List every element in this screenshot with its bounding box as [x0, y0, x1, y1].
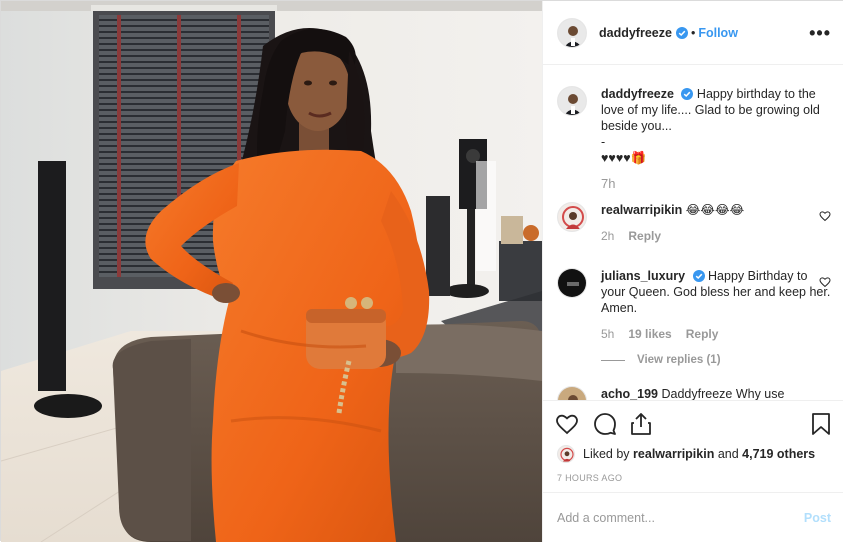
caption-body: daddyfreeze Happy birthday to the love o… [601, 86, 831, 192]
share-icon[interactable] [629, 412, 653, 436]
comment-item: acho_199 Daddyfreeze Why use [557, 386, 831, 400]
verified-badge-icon [675, 26, 688, 39]
verified-badge-icon [692, 270, 705, 282]
liker-avatar-image [558, 446, 574, 462]
commenter-avatar-image [558, 387, 586, 400]
liked-by-user[interactable]: realwarripikin [633, 447, 714, 461]
caption-item: daddyfreeze Happy birthday to the love o… [557, 86, 831, 192]
liker-avatar[interactable] [557, 445, 575, 463]
caption-avatar-image [558, 87, 586, 115]
commenter-avatar[interactable] [557, 386, 587, 400]
post-photo[interactable] [1, 1, 542, 542]
comment-time[interactable]: 2h [601, 228, 614, 244]
comment-time[interactable]: 5h [601, 326, 614, 342]
comment-body: julians_luxury Happy Birthday to your Qu… [601, 268, 831, 368]
comment-icon[interactable] [593, 412, 617, 436]
reply-button[interactable]: Reply [628, 228, 661, 244]
comment-like-icon[interactable] [819, 276, 831, 288]
follow-button[interactable]: Follow [698, 26, 738, 40]
comment-text: Daddyfreeze Why use [661, 387, 785, 400]
view-replies-line [601, 359, 625, 361]
caption-avatar[interactable] [557, 86, 587, 116]
action-icons-row [555, 412, 833, 438]
comment-username[interactable]: realwarripikin [601, 203, 682, 217]
comment-item: julians_luxury Happy Birthday to your Qu… [557, 268, 831, 368]
commenter-avatar-image [558, 203, 586, 231]
comment-like-icon[interactable] [819, 210, 831, 222]
heart-icon[interactable] [555, 412, 579, 436]
liked-by-and: and [717, 447, 739, 461]
comments-list[interactable]: daddyfreeze Happy birthday to the love o… [543, 66, 843, 400]
comment-username[interactable]: acho_199 [601, 387, 658, 400]
bookmark-icon[interactable] [809, 412, 833, 436]
post-dialog: daddyfreeze • Follow ••• daddyfreeze Hap… [0, 0, 843, 542]
post-time[interactable]: 7 HOURS AGO [557, 473, 622, 483]
post-actions: Liked by realwarripikin and 4,719 others… [543, 400, 843, 492]
header-separator: • [690, 25, 696, 40]
commenter-avatar[interactable] [557, 202, 587, 232]
liked-by-others[interactable]: 4,719 others [742, 447, 815, 461]
commenter-avatar[interactable] [557, 268, 587, 298]
author-username[interactable]: daddyfreeze [599, 26, 672, 40]
author-avatar[interactable] [557, 17, 587, 48]
liked-by-prefix: Liked by [583, 447, 630, 461]
post-side-panel: daddyfreeze • Follow ••• daddyfreeze Hap… [542, 1, 843, 542]
caption-username[interactable]: daddyfreeze [601, 87, 674, 101]
author-avatar-image [558, 18, 586, 47]
post-header: daddyfreeze • Follow ••• [543, 1, 843, 65]
comment-text: 😂😂😂😂 [685, 203, 745, 217]
photo-illustration [1, 1, 542, 542]
comment-likes-count[interactable]: 19 likes [628, 326, 671, 342]
view-replies-label: View replies (1) [637, 354, 721, 366]
reply-button[interactable]: Reply [686, 326, 719, 342]
comment-item: realwarripikin 😂😂😂😂 2h Reply [557, 202, 831, 244]
verified-badge-icon [681, 88, 694, 100]
post-comment-button[interactable]: Post [804, 511, 831, 525]
comment-meta: 5h 19 likes Reply [601, 326, 831, 342]
add-comment-bar: Post [543, 492, 843, 542]
liked-by-summary: Liked by realwarripikin and 4,719 others [557, 445, 815, 463]
comment-body: realwarripikin 😂😂😂😂 2h Reply [601, 202, 831, 244]
commenter-avatar-image [558, 269, 586, 297]
add-comment-input[interactable] [557, 510, 804, 525]
caption-line-3: ♥♥♥♥🎁 [601, 151, 647, 165]
view-replies-button[interactable]: View replies (1) [601, 352, 831, 368]
comment-body: acho_199 Daddyfreeze Why use [601, 386, 831, 400]
more-options-icon[interactable]: ••• [809, 24, 831, 42]
comment-username[interactable]: julians_luxury [601, 269, 685, 283]
comment-meta: 2h Reply [601, 228, 831, 244]
caption-line-2: - [601, 135, 606, 149]
caption-time[interactable]: 7h [601, 176, 831, 192]
